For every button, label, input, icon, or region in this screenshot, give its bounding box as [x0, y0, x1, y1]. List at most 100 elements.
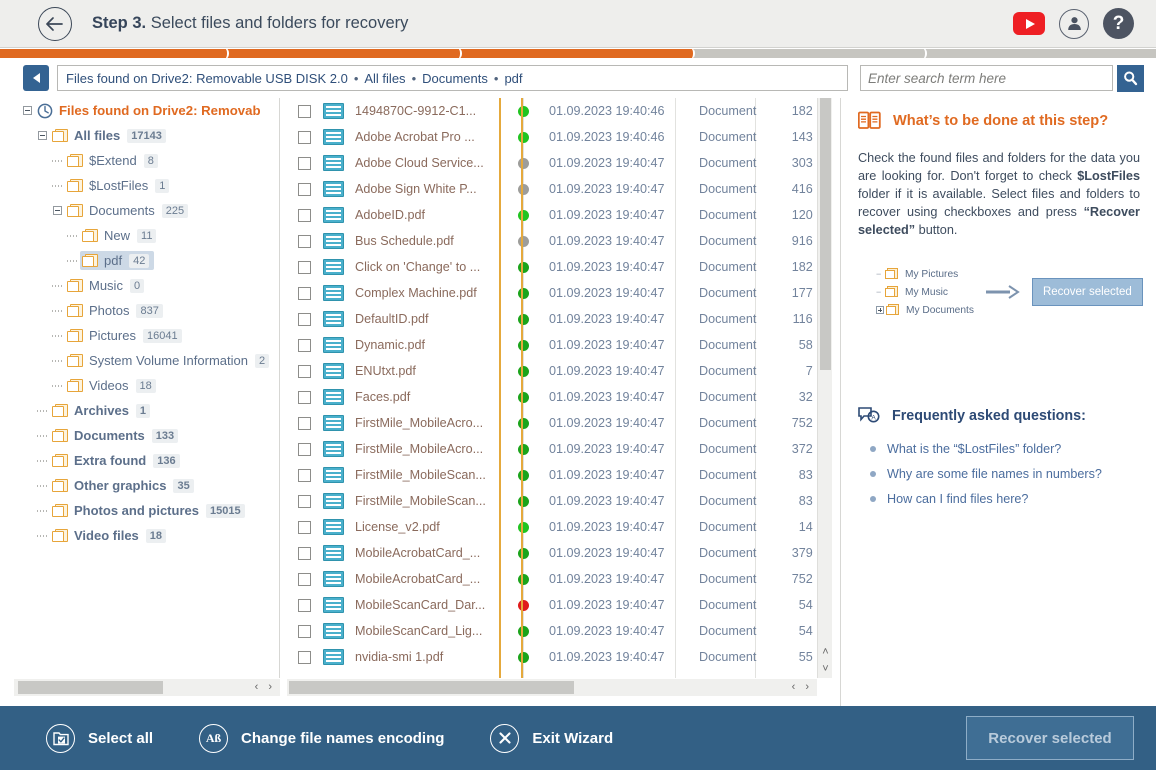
file-row[interactable]: Adobe Acrobat Pro ...01.09.2023 19:40:46… [287, 124, 816, 150]
tree-item-extra-found[interactable]: Extra found136 [14, 448, 279, 473]
tree-item-music[interactable]: Music0 [14, 273, 279, 298]
tree-item-all-files[interactable]: All files17143 [14, 123, 279, 148]
list-scroll-thumb[interactable] [289, 681, 574, 694]
file-row[interactable]: FirstMile_MobileAcro...01.09.2023 19:40:… [287, 410, 816, 436]
tree-item-other-graphics[interactable]: Other graphics35 [14, 473, 279, 498]
file-row[interactable]: Dynamic.pdf01.09.2023 19:40:47Document58… [287, 332, 816, 358]
file-row[interactable]: Faces.pdf01.09.2023 19:40:47Document32 K… [287, 384, 816, 410]
file-row[interactable]: Adobe Cloud Service...01.09.2023 19:40:4… [287, 150, 816, 176]
tree-item-photos-and-pictures[interactable]: Photos and pictures15015 [14, 498, 279, 523]
file-row[interactable]: Bus Schedule.pdf01.09.2023 19:40:47Docum… [287, 228, 816, 254]
list-horizontal-scrollbar[interactable]: ‹ › [287, 679, 817, 696]
file-checkbox[interactable] [298, 105, 311, 118]
file-checkbox[interactable] [298, 131, 311, 144]
file-row[interactable]: DefaultID.pdf01.09.2023 19:40:47Document… [287, 306, 816, 332]
youtube-icon[interactable] [1013, 12, 1045, 35]
exit-wizard-button[interactable]: Exit Wizard [490, 724, 613, 753]
scrollbar-thumb[interactable] [820, 98, 831, 370]
nav-back-button[interactable] [23, 65, 49, 91]
back-button[interactable] [38, 7, 72, 41]
collapse-toggle-icon[interactable] [35, 128, 50, 143]
help-icon[interactable]: ? [1103, 8, 1134, 39]
file-checkbox[interactable] [298, 469, 311, 482]
tree-item-new[interactable]: New11 [14, 223, 279, 248]
faq-item-1[interactable]: Why are some file names in numbers? [858, 461, 1140, 486]
file-checkbox[interactable] [298, 235, 311, 248]
tree-item-pictures[interactable]: Pictures16041 [14, 323, 279, 348]
file-row[interactable]: FirstMile_MobileAcro...01.09.2023 19:40:… [287, 436, 816, 462]
file-row[interactable]: License_v2.pdf01.09.2023 19:40:47Documen… [287, 514, 816, 540]
breadcrumb-segment-2[interactable]: Documents [422, 71, 488, 86]
file-checkbox[interactable] [298, 391, 311, 404]
breadcrumb[interactable]: Files found on Drive2: Removable USB DIS… [57, 65, 848, 91]
tree-item-content: Pictures16041 [65, 326, 187, 345]
collapse-toggle-icon[interactable] [20, 103, 35, 118]
file-checkbox[interactable] [298, 521, 311, 534]
file-row[interactable]: Adobe Sign White P...01.09.2023 19:40:47… [287, 176, 816, 202]
scroll-up-button[interactable]: ˄ [818, 644, 833, 661]
file-checkbox[interactable] [298, 183, 311, 196]
file-checkbox[interactable] [298, 625, 311, 638]
file-row[interactable]: MobileScanCard_Dar...01.09.2023 19:40:47… [287, 592, 816, 618]
file-list[interactable]: 1494870C-9912-C1...01.09.2023 19:40:46Do… [287, 98, 816, 678]
folder-tree[interactable]: Files found on Drive2: RemovabAll files1… [14, 98, 280, 678]
file-checkbox[interactable] [298, 547, 311, 560]
list-scroll-left-icon[interactable]: ‹ [792, 682, 796, 693]
file-checkbox[interactable] [298, 495, 311, 508]
tree-horizontal-scrollbar[interactable]: ‹ › [14, 679, 280, 696]
file-checkbox[interactable] [298, 287, 311, 300]
file-row[interactable]: MobileAcrobatCard_...01.09.2023 19:40:47… [287, 540, 816, 566]
tree-scroll-right-icon[interactable]: › [268, 682, 272, 693]
file-checkbox[interactable] [298, 417, 311, 430]
recover-selected-button[interactable]: Recover selected [966, 716, 1134, 760]
select-all-button[interactable]: Select all [46, 724, 153, 753]
tree-item-files-found-on-drive2-removab[interactable]: Files found on Drive2: Removab [14, 98, 279, 123]
file-list-vertical-scrollbar[interactable]: ˄ ˅ [817, 98, 832, 678]
file-row[interactable]: FirstMile_MobileScan...01.09.2023 19:40:… [287, 488, 816, 514]
scroll-down-button[interactable]: ˅ [818, 661, 833, 678]
breadcrumb-segment-3[interactable]: pdf [504, 71, 522, 86]
tree-item-documents[interactable]: Documents225 [14, 198, 279, 223]
breadcrumb-segment-0[interactable]: Files found on Drive2: Removable USB DIS… [66, 71, 348, 86]
tree-scroll-left-icon[interactable]: ‹ [255, 682, 259, 693]
file-checkbox[interactable] [298, 651, 311, 664]
file-checkbox[interactable] [298, 599, 311, 612]
file-row[interactable]: Click on 'Change' to ...01.09.2023 19:40… [287, 254, 816, 280]
file-row[interactable]: FirstMile_MobileScan...01.09.2023 19:40:… [287, 462, 816, 488]
tree-item-documents[interactable]: Documents133 [14, 423, 279, 448]
file-row[interactable]: Complex Machine.pdf01.09.2023 19:40:47Do… [287, 280, 816, 306]
tree-item-extend[interactable]: $Extend8 [14, 148, 279, 173]
tree-item-pdf[interactable]: pdf42 [14, 248, 279, 273]
faq-item-2[interactable]: How can I find files here? [858, 486, 1140, 511]
tree-scroll-thumb[interactable] [18, 681, 163, 694]
collapse-toggle-icon[interactable] [50, 203, 65, 218]
file-checkbox[interactable] [298, 573, 311, 586]
file-checkbox[interactable] [298, 313, 311, 326]
tree-item-archives[interactable]: Archives1 [14, 398, 279, 423]
file-row[interactable]: MobileAcrobatCard_...01.09.2023 19:40:47… [287, 566, 816, 592]
file-checkbox[interactable] [298, 157, 311, 170]
list-scroll-right-icon[interactable]: › [805, 682, 809, 693]
change-encoding-button[interactable]: Aß Change file names encoding [199, 724, 444, 753]
faq-item-0[interactable]: What is the “$LostFiles” folder? [858, 436, 1140, 461]
file-row[interactable]: nvidia-smi 1.pdf01.09.2023 19:40:47Docum… [287, 644, 816, 670]
tree-item-photos[interactable]: Photos837 [14, 298, 279, 323]
file-row[interactable]: MobileScanCard_Lig...01.09.2023 19:40:47… [287, 618, 816, 644]
breadcrumb-segment-1[interactable]: All files [364, 71, 405, 86]
file-checkbox[interactable] [298, 443, 311, 456]
tree-item-system-volume-information[interactable]: System Volume Information2 [14, 348, 279, 373]
tree-item-video-files[interactable]: Video files18 [14, 523, 279, 548]
file-checkbox[interactable] [298, 339, 311, 352]
search-button[interactable] [1117, 65, 1144, 92]
tree-item-label: All files [74, 128, 120, 143]
search-input-wrap[interactable]: Enter search term here [860, 65, 1113, 91]
file-checkbox[interactable] [298, 209, 311, 222]
file-checkbox[interactable] [298, 365, 311, 378]
user-account-icon[interactable] [1059, 9, 1089, 39]
file-row[interactable]: AdobeID.pdf01.09.2023 19:40:47Document12… [287, 202, 816, 228]
file-checkbox[interactable] [298, 261, 311, 274]
tree-item-lostfiles[interactable]: $LostFiles1 [14, 173, 279, 198]
file-row[interactable]: ENUtxt.pdf01.09.2023 19:40:47Document7 K… [287, 358, 816, 384]
file-row[interactable]: 1494870C-9912-C1...01.09.2023 19:40:46Do… [287, 98, 816, 124]
tree-item-videos[interactable]: Videos18 [14, 373, 279, 398]
